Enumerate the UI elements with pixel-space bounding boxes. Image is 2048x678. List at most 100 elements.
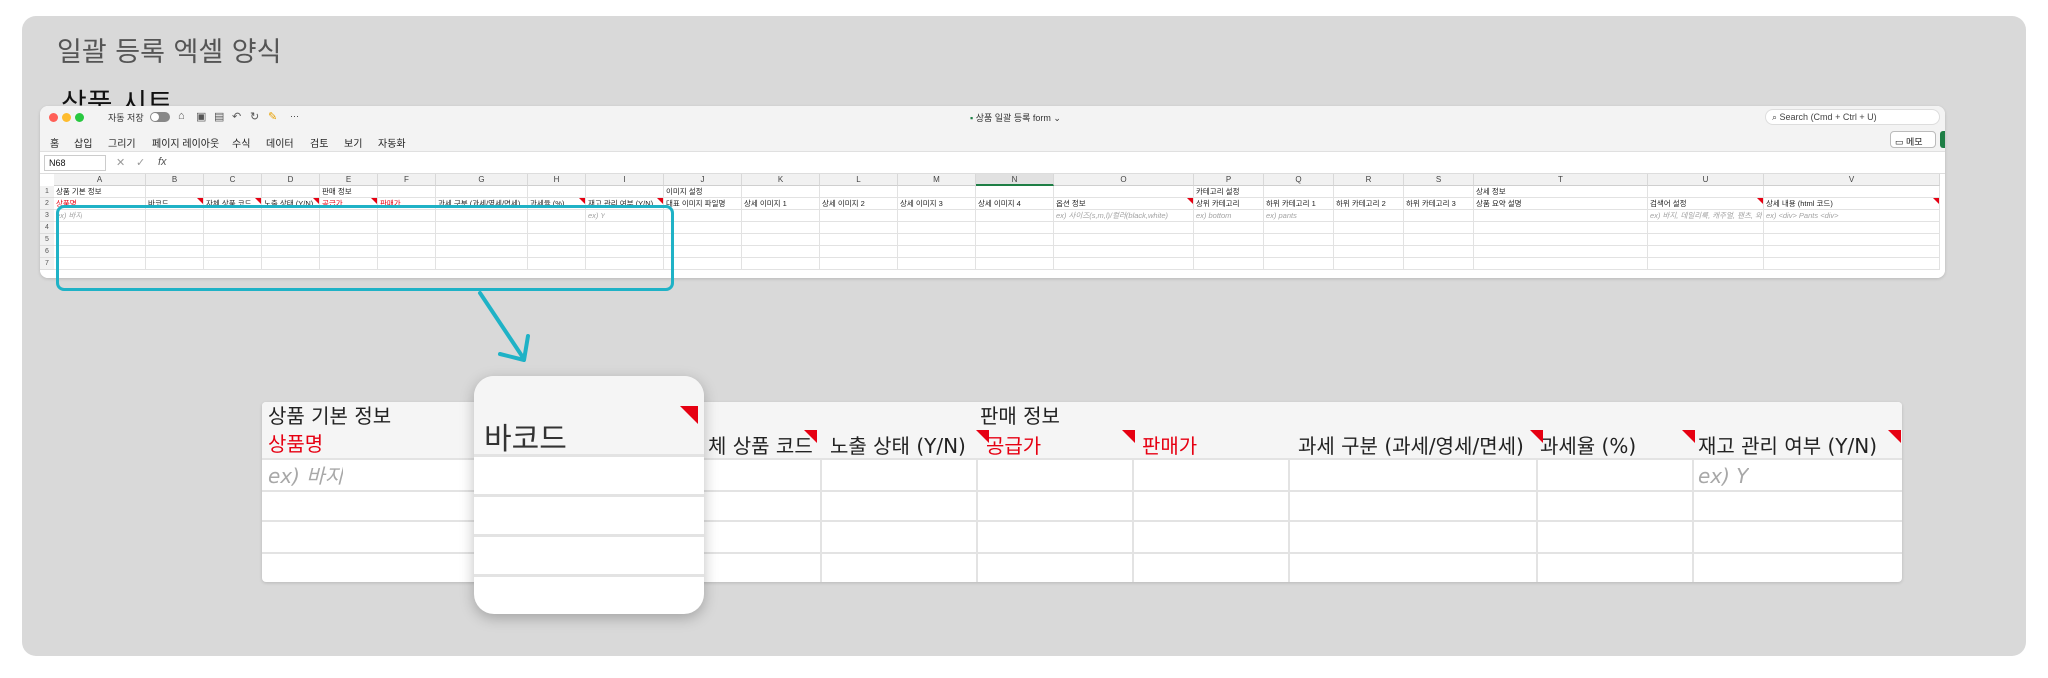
required-flag-icon bbox=[313, 198, 319, 204]
required-flag-icon bbox=[976, 430, 989, 443]
column-header-t[interactable]: T bbox=[1474, 174, 1648, 186]
share-button[interactable] bbox=[1940, 131, 1945, 148]
menu-draw[interactable]: 그리기 bbox=[108, 135, 136, 150]
cell-header-r[interactable]: 하위 카테고리 2 bbox=[1334, 198, 1386, 210]
menu-view[interactable]: 보기 bbox=[344, 135, 362, 150]
menu-automate[interactable]: 자동화 bbox=[378, 135, 406, 150]
cell-group-t[interactable]: 상세 정보 bbox=[1474, 186, 1506, 198]
save-as-icon[interactable]: ▤ bbox=[214, 110, 224, 123]
search-placeholder: Search (Cmd + Ctrl + U) bbox=[1779, 112, 1877, 122]
memo-button[interactable]: ▭ 메모 bbox=[1890, 131, 1936, 148]
column-header-a[interactable]: A bbox=[54, 174, 146, 186]
name-box[interactable]: N68 bbox=[44, 155, 106, 171]
document-title-text: 상품 일괄 등록 form bbox=[975, 113, 1051, 123]
menu-home[interactable]: 홈 bbox=[50, 135, 59, 150]
row-header-7[interactable]: 7 bbox=[40, 258, 54, 270]
cell-group-p[interactable]: 카테고리 설정 bbox=[1194, 186, 1239, 198]
zoom-header-supply-price: 공급가 bbox=[986, 434, 1042, 458]
cell-header-u[interactable]: 검색어 설정 bbox=[1648, 198, 1687, 210]
row-header-3[interactable]: 3 bbox=[40, 210, 54, 222]
menu-review[interactable]: 검토 bbox=[310, 135, 328, 150]
required-flag-icon bbox=[371, 198, 377, 204]
cell-example-v[interactable]: ex) <div> Pants <div> bbox=[1764, 210, 1839, 222]
cell-header-m[interactable]: 상세 이미지 3 bbox=[898, 198, 943, 210]
cell-example-o[interactable]: ex) 사이즈(s,m,l)/컬러(black,white) bbox=[1054, 210, 1168, 222]
menu-insert[interactable]: 삽입 bbox=[74, 135, 92, 150]
cell-example-q[interactable]: ex) pants bbox=[1264, 210, 1297, 222]
column-header-b[interactable]: B bbox=[146, 174, 204, 186]
column-header-r[interactable]: R bbox=[1334, 174, 1404, 186]
cell-header-t[interactable]: 상품 요약 설명 bbox=[1474, 198, 1522, 210]
column-header-v[interactable]: V bbox=[1764, 174, 1940, 186]
column-header-m[interactable]: M bbox=[898, 174, 976, 186]
row-header-1[interactable]: 1 bbox=[40, 186, 54, 198]
zoom-group-basic-info: 상품 기본 정보 bbox=[268, 404, 392, 428]
column-header-o[interactable]: O bbox=[1054, 174, 1194, 186]
fx-icon[interactable]: fx bbox=[158, 156, 167, 168]
more-tools-button[interactable]: ··· bbox=[290, 111, 299, 121]
cell-header-v[interactable]: 상세 내용 (html 코드) bbox=[1764, 198, 1833, 210]
cancel-icon[interactable]: ✕ bbox=[116, 156, 125, 169]
cell-example-p[interactable]: ex) bottom bbox=[1194, 210, 1231, 222]
column-header-k[interactable]: K bbox=[742, 174, 820, 186]
minimize-window-button[interactable] bbox=[62, 113, 71, 122]
undo-icon[interactable]: ↶ bbox=[232, 110, 241, 123]
column-header-l[interactable]: L bbox=[820, 174, 898, 186]
menu-page-layout[interactable]: 페이지 레이아웃 bbox=[152, 135, 219, 150]
column-header-i[interactable]: I bbox=[586, 174, 664, 186]
cell-header-l[interactable]: 상세 이미지 2 bbox=[820, 198, 865, 210]
row-header-5[interactable]: 5 bbox=[40, 234, 54, 246]
cell-example-u[interactable]: ex) 바지, 데일리룩, 캐주얼, 팬츠, 와이드팬츠 bbox=[1648, 210, 1762, 222]
cell-group-a[interactable]: 상품 기본 정보 bbox=[54, 186, 102, 198]
title-bar: 자동 저장 ⌂ ▣ ▤ ↶ ↻ ✎ ··· ▪ 상품 일괄 등록 form ⌄ … bbox=[40, 106, 1945, 128]
required-flag-icon bbox=[657, 198, 663, 204]
column-header-c[interactable]: C bbox=[204, 174, 262, 186]
document-title[interactable]: ▪ 상품 일괄 등록 form ⌄ bbox=[970, 111, 1061, 124]
save-icon[interactable]: ▣ bbox=[196, 110, 206, 123]
cell-header-p[interactable]: 상위 카테고리 bbox=[1194, 198, 1239, 210]
memo-label: 메모 bbox=[1906, 137, 1923, 147]
confirm-icon[interactable]: ✓ bbox=[136, 156, 145, 169]
zoom-header-sale-price: 판매가 bbox=[1142, 434, 1198, 458]
redo-icon[interactable]: ↻ bbox=[250, 110, 259, 123]
row-header-4[interactable]: 4 bbox=[40, 222, 54, 234]
required-flag-icon bbox=[579, 198, 585, 204]
column-header-q[interactable]: Q bbox=[1264, 174, 1334, 186]
zoom-window-button[interactable] bbox=[75, 113, 84, 122]
zoom-col-line bbox=[1692, 458, 1694, 582]
column-header-p[interactable]: P bbox=[1194, 174, 1264, 186]
cell-header-n[interactable]: 상세 이미지 4 bbox=[976, 198, 1021, 210]
cell-header-j[interactable]: 대표 이미지 파일명 bbox=[664, 198, 725, 210]
cell-header-q[interactable]: 하위 카테고리 1 bbox=[1264, 198, 1316, 210]
close-window-button[interactable] bbox=[49, 113, 58, 122]
column-header-n[interactable]: N bbox=[976, 174, 1054, 186]
zoom-col-line bbox=[1132, 458, 1134, 582]
column-header-g[interactable]: G bbox=[436, 174, 528, 186]
column-header-j[interactable]: J bbox=[664, 174, 742, 186]
column-header-h[interactable]: H bbox=[528, 174, 586, 186]
row-header-6[interactable]: 6 bbox=[40, 246, 54, 258]
menu-data[interactable]: 데이터 bbox=[266, 135, 294, 150]
format-painter-icon[interactable]: ✎ bbox=[268, 110, 277, 123]
column-header-d[interactable]: D bbox=[262, 174, 320, 186]
row-header-2[interactable]: 2 bbox=[40, 198, 54, 210]
home-icon[interactable]: ⌂ bbox=[178, 110, 185, 122]
search-input[interactable]: ⌕ Search (Cmd + Ctrl + U) bbox=[1765, 109, 1940, 125]
zoom-col-line bbox=[1288, 458, 1290, 582]
required-flag-icon bbox=[1933, 198, 1939, 204]
cell-header-k[interactable]: 상세 이미지 1 bbox=[742, 198, 787, 210]
menu-formulas[interactable]: 수식 bbox=[232, 135, 250, 150]
required-flag-icon bbox=[1757, 198, 1763, 204]
required-flag-icon bbox=[255, 198, 261, 204]
column-header-u[interactable]: U bbox=[1648, 174, 1764, 186]
column-header-f[interactable]: F bbox=[378, 174, 436, 186]
cell-group-e[interactable]: 판매 정보 bbox=[320, 186, 352, 198]
cell-group-j[interactable]: 이미지 설정 bbox=[664, 186, 703, 198]
column-header-e[interactable]: E bbox=[320, 174, 378, 186]
autosave-toggle[interactable] bbox=[150, 112, 170, 122]
cell-header-o[interactable]: 옵션 정보 bbox=[1054, 198, 1086, 210]
zoom-col-line bbox=[820, 458, 822, 582]
zoom-header-inventory: 재고 관리 여부 (Y/N) bbox=[1698, 434, 1877, 458]
column-header-s[interactable]: S bbox=[1404, 174, 1474, 186]
cell-header-s[interactable]: 하위 카테고리 3 bbox=[1404, 198, 1456, 210]
